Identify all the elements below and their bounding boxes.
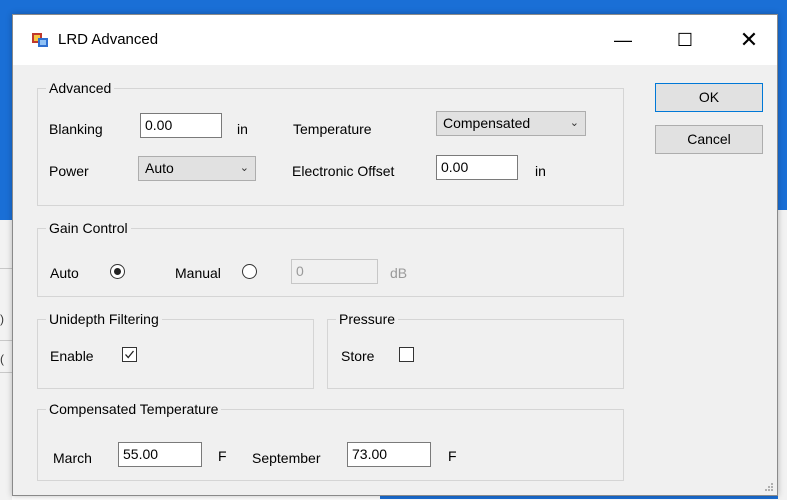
temperature-label: Temperature	[293, 121, 372, 137]
enable-label: Enable	[50, 348, 94, 364]
checkmark-icon	[125, 350, 135, 359]
blanking-unit: in	[237, 121, 248, 137]
background-text-fragment: )	[0, 312, 4, 326]
september-input[interactable]: 73.00	[347, 442, 431, 467]
blanking-input[interactable]: 0.00	[140, 113, 222, 138]
unidepth-filtering-group: Unidepth Filtering Enable	[37, 311, 314, 389]
september-unit: F	[448, 448, 457, 464]
lrd-advanced-dialog: LRD Advanced — ☐ ✕ Advanced Blanking 0.0…	[12, 14, 778, 496]
gain-control-group-title: Gain Control	[46, 220, 131, 236]
gain-auto-label: Auto	[50, 265, 79, 281]
electronic-offset-label: Electronic Offset	[292, 163, 395, 179]
temperature-select[interactable]: Compensated ⌄	[436, 111, 586, 136]
background-divider	[0, 340, 12, 341]
background-divider	[0, 372, 12, 373]
resize-grip-icon[interactable]	[764, 482, 774, 492]
radio-selected-icon	[114, 268, 121, 275]
advanced-group: Advanced Blanking 0.00 in Temperature Co…	[37, 80, 624, 206]
electronic-offset-unit: in	[535, 163, 546, 179]
compensated-temperature-group: Compensated Temperature March 55.00 F Se…	[37, 401, 624, 481]
power-label: Power	[49, 163, 89, 179]
gain-manual-radio[interactable]	[242, 264, 257, 279]
close-button[interactable]: ✕	[723, 15, 775, 65]
march-input[interactable]: 55.00	[118, 442, 202, 467]
enable-checkbox[interactable]	[122, 347, 137, 362]
minimize-icon: —	[614, 30, 632, 50]
pressure-group-title: Pressure	[336, 311, 399, 327]
background-window-edge-bottom	[380, 496, 778, 499]
minimize-button[interactable]: —	[597, 15, 649, 65]
blanking-label: Blanking	[49, 121, 103, 137]
march-label: March	[53, 450, 92, 466]
background-divider	[0, 268, 12, 269]
compensated-temperature-group-title: Compensated Temperature	[46, 401, 222, 417]
store-checkbox[interactable]	[399, 347, 414, 362]
window-title: LRD Advanced	[58, 31, 159, 48]
electronic-offset-input[interactable]: 0.00	[436, 155, 518, 180]
gain-value-input[interactable]: 0	[291, 259, 378, 284]
title-bar[interactable]: LRD Advanced — ☐ ✕	[13, 15, 777, 65]
close-icon: ✕	[739, 27, 759, 52]
temperature-select-value: Compensated	[443, 115, 531, 131]
background-window-titlebar	[0, 0, 787, 14]
cancel-button[interactable]: Cancel	[655, 125, 763, 154]
background-window-panel-right	[778, 210, 787, 500]
power-select-value: Auto	[145, 160, 174, 176]
september-label: September	[252, 450, 321, 466]
march-unit: F	[218, 448, 227, 464]
gain-control-group: Gain Control Auto Manual 0 dB	[37, 220, 624, 297]
chevron-down-icon: ⌄	[239, 162, 249, 174]
app-icon	[32, 33, 48, 47]
advanced-group-title: Advanced	[46, 80, 115, 96]
background-window-edge	[0, 0, 12, 220]
power-select[interactable]: Auto ⌄	[138, 156, 256, 181]
pressure-group: Pressure Store	[327, 311, 624, 389]
chevron-down-icon: ⌄	[569, 117, 579, 129]
gain-unit: dB	[390, 265, 408, 281]
background-text-fragment: (	[0, 352, 4, 366]
store-label: Store	[341, 348, 375, 364]
background-window-edge-right	[778, 0, 787, 210]
gain-manual-label: Manual	[175, 265, 221, 281]
maximize-icon: ☐	[676, 30, 694, 50]
gain-auto-radio[interactable]	[110, 264, 125, 279]
ok-button[interactable]: OK	[655, 83, 763, 112]
unidepth-filtering-group-title: Unidepth Filtering	[46, 311, 162, 327]
maximize-button[interactable]: ☐	[659, 15, 711, 65]
